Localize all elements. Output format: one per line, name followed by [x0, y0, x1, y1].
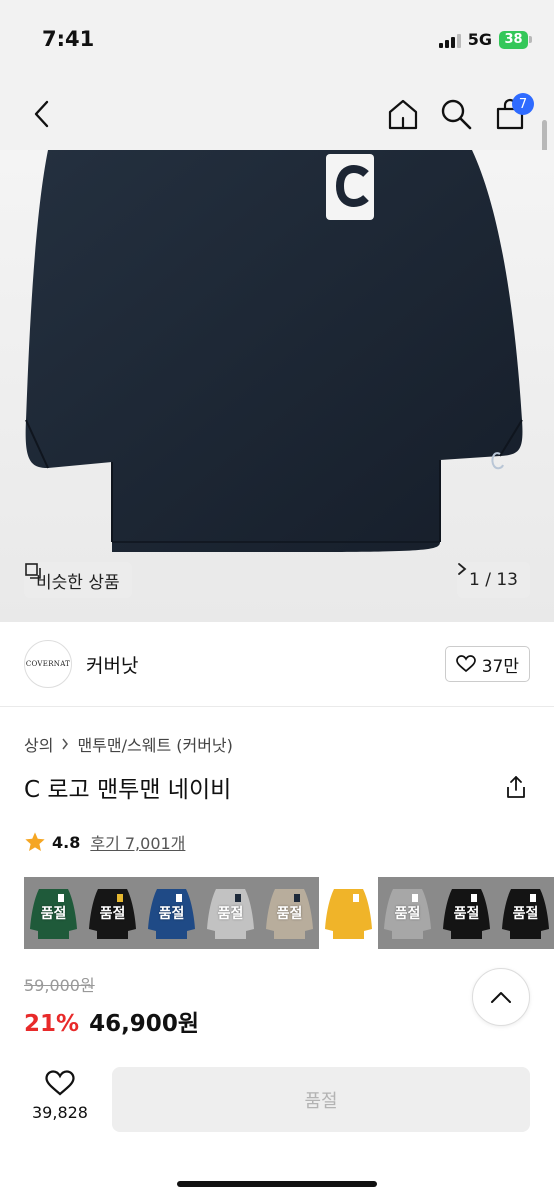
wishlist-count: 39,828 [32, 1103, 88, 1122]
color-swatch[interactable]: 품절 [83, 877, 142, 949]
battery-icon: 38 [499, 30, 532, 49]
soldout-label: 품절 [99, 906, 126, 922]
section-divider [0, 706, 554, 707]
status-bar: 7:41 5G 38 [0, 0, 554, 80]
discount-rate: 21% [24, 1011, 80, 1037]
brand-name[interactable]: 커버낫 [86, 651, 138, 678]
home-indicator [177, 1181, 377, 1187]
brand-logo[interactable]: COVERNAT [24, 640, 72, 688]
cart-button[interactable]: 7 [488, 92, 534, 136]
soldout-label: 품절 [512, 906, 539, 922]
soldout-label: 품절 [394, 906, 421, 922]
cart-count-badge: 7 [512, 93, 534, 115]
search-icon [441, 99, 472, 130]
sale-price: 46,900원 [89, 1011, 199, 1037]
product-image-carousel[interactable]: 비슷한 상품 1 / 13 [0, 150, 554, 622]
star-icon [25, 832, 45, 851]
chevron-left-icon [34, 100, 49, 128]
color-swatch[interactable] [319, 877, 378, 949]
page-indicator-text: 1 / 13 [469, 570, 518, 590]
breadcrumb-item[interactable]: 상의 [24, 732, 53, 756]
similar-products-label: 비슷한 상품 [36, 572, 120, 593]
chevron-up-icon [491, 992, 511, 1003]
signal-icon [438, 32, 461, 48]
color-swatch[interactable]: 품절 [142, 877, 201, 949]
rating-value: 4.8 [52, 832, 81, 852]
color-swatch[interactable]: 품절 [24, 877, 83, 949]
price-row: 21% 46,900원 [24, 1004, 199, 1038]
buy-button[interactable]: 품절 [112, 1067, 530, 1132]
color-swatch[interactable]: 품절 [437, 877, 496, 949]
color-swatch[interactable]: 품절 [496, 877, 554, 949]
soldout-label: 품절 [453, 906, 480, 922]
scroll-top-button[interactable] [472, 968, 530, 1026]
status-indicators: 5G 38 [438, 30, 532, 49]
color-swatch[interactable]: 품절 [378, 877, 437, 949]
similar-products-button[interactable]: 비슷한 상품 [24, 562, 132, 598]
review-count-link[interactable]: 후기 7,001개 [90, 830, 185, 854]
search-button[interactable] [434, 92, 478, 136]
swatch-thumbnail [325, 889, 372, 939]
heart-icon [455, 655, 476, 673]
image-page-indicator[interactable]: 1 / 13 [457, 562, 530, 598]
network-label: 5G [467, 30, 492, 49]
breadcrumb-item[interactable]: 맨투맨/스웨트 (커버낫) [77, 732, 232, 756]
soldout-label: 품절 [217, 906, 244, 922]
chevron-right-icon [62, 738, 69, 750]
home-button[interactable] [381, 92, 425, 136]
wishlist-button[interactable]: 39,828 [24, 1070, 96, 1122]
status-time: 7:41 [42, 27, 95, 51]
share-icon [507, 776, 525, 798]
color-swatch[interactable]: 품절 [201, 877, 260, 949]
heart-icon [45, 1070, 75, 1096]
rating-row: 4.8 후기 7,001개 [24, 830, 185, 854]
soldout-label: 품절 [158, 906, 185, 922]
color-swatch[interactable]: 품절 [260, 877, 319, 949]
soldout-label: 품절 [276, 906, 303, 922]
color-swatch-strip[interactable]: 품절 품절 품절 품절 품절 품절 품절 품절 [24, 877, 554, 949]
home-icon [388, 99, 418, 130]
product-image [25, 150, 523, 552]
soldout-label: 품절 [40, 906, 67, 922]
share-button[interactable] [501, 772, 531, 802]
battery-level: 38 [499, 30, 528, 49]
chevron-right-icon [458, 563, 467, 575]
product-title: C 로고 맨투맨 네이비 [24, 777, 232, 803]
breadcrumb: 상의 맨투맨/스웨트 (커버낫) [24, 732, 233, 756]
original-price: 59,000원 [24, 976, 95, 995]
brand-like-button[interactable]: 37만 [444, 646, 530, 682]
similar-icon [25, 563, 41, 579]
top-nav: 7 [0, 80, 554, 150]
back-button[interactable] [20, 92, 64, 136]
brand-like-count: 37만 [481, 656, 519, 677]
brand-row: COVERNAT 커버낫 37만 [24, 640, 530, 688]
